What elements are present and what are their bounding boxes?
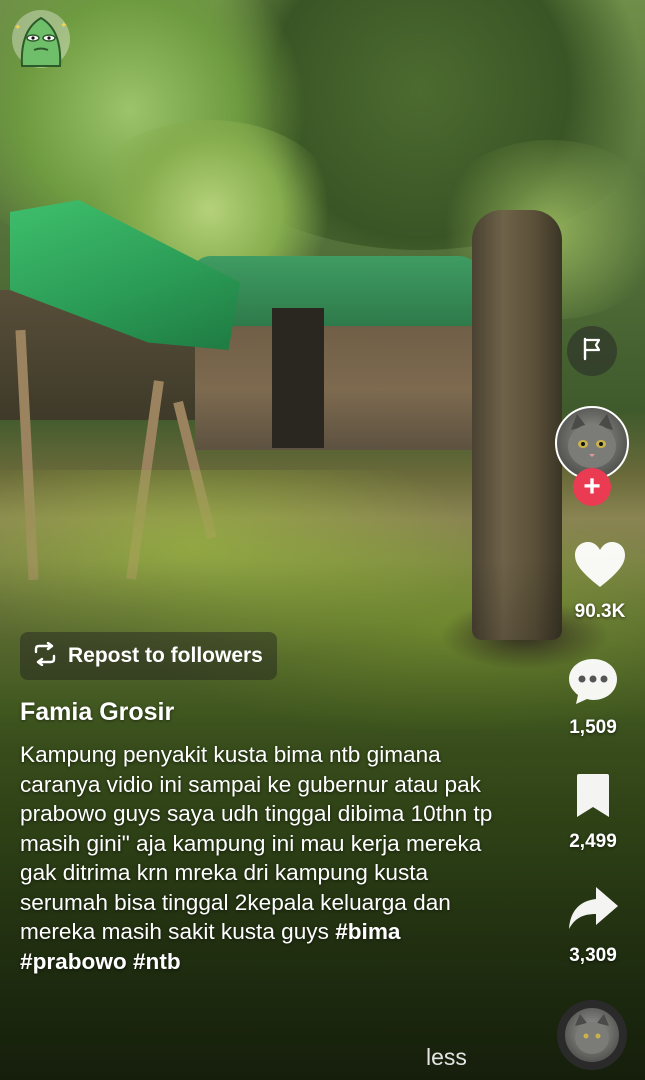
bookmark-icon [571,772,615,825]
like-button[interactable]: 90.3K [555,540,645,623]
caption-text: Kampung penyakit kusta bima ntb gimana c… [20,742,493,944]
save-button[interactable]: 2,499 [548,772,638,853]
share-arrow-icon [566,884,620,939]
svg-text:✦: ✦ [60,21,68,31]
video-caption: Kampung penyakit kusta bima ntb gimana c… [20,740,500,976]
repost-arrows-icon [32,641,58,671]
heart-icon [573,540,627,595]
like-count: 90.3K [574,601,626,622]
comment-count: 1,509 [569,717,617,738]
share-count: 3,309 [569,945,617,966]
save-count: 2,499 [569,831,617,852]
creator-avatar-button[interactable]: + [555,406,631,506]
repost-label: Repost to followers [68,644,263,667]
comment-bubble-icon [566,656,620,711]
share-button[interactable]: 3,309 [548,884,638,967]
comment-button[interactable]: 1,509 [548,656,638,739]
hut-doorway [272,308,324,448]
flag-icon [579,336,605,367]
green-monster-sticker-icon: ✦ ✦ [10,8,72,70]
hashtag-link[interactable]: #prabowo [20,949,127,974]
repost-button[interactable]: Repost to followers [20,632,277,680]
less-toggle[interactable]: less [426,1044,467,1071]
music-disc-icon[interactable] [557,1000,627,1070]
report-flag-button[interactable] [567,326,617,376]
author-name[interactable]: Famia Grosir [20,698,174,727]
follow-plus-icon[interactable]: + [573,468,611,506]
hashtag-link[interactable]: #bima [335,919,400,944]
hashtag-link[interactable]: #ntb [133,949,181,974]
svg-text:✦: ✦ [14,23,22,33]
